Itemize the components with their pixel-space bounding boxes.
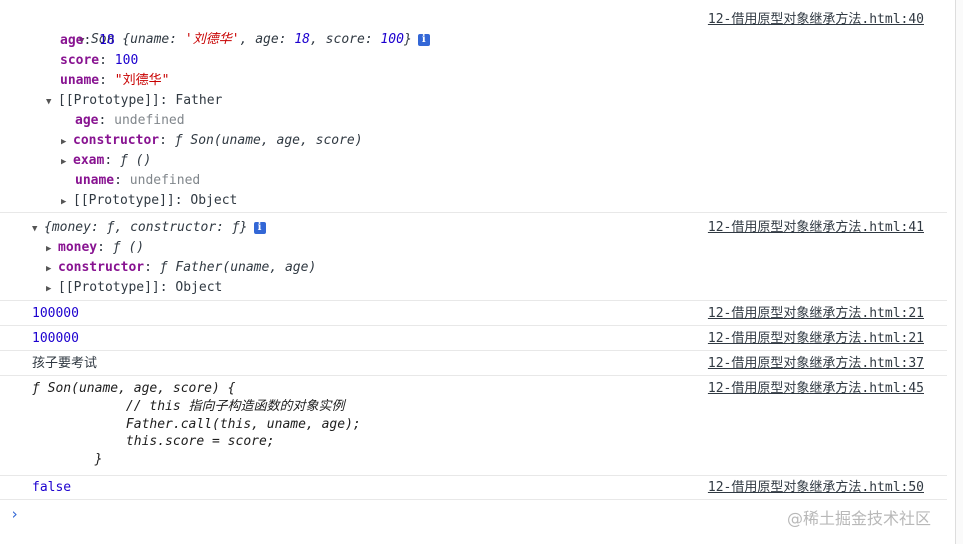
console-message-son-object: Son {uname: '刘德华', age: 18, score: 100}i… bbox=[0, 0, 947, 213]
property-key: uname bbox=[75, 173, 115, 188]
log-boolean: false bbox=[32, 480, 72, 495]
property-value: ƒ Father(uname, age) bbox=[159, 260, 317, 275]
property-value: ƒ Son(uname, age, score) bbox=[174, 133, 363, 148]
collapse-triangle-icon[interactable] bbox=[46, 239, 58, 259]
summary-text: {money: ƒ, constructor: ƒ} bbox=[44, 220, 248, 235]
source-link[interactable]: 12-借用原型对象继承方法.html:41 bbox=[708, 218, 924, 238]
property-value: Object bbox=[190, 193, 238, 208]
source-link[interactable]: 12-借用原型对象继承方法.html:45 bbox=[708, 379, 924, 399]
console-message-log: false 12-借用原型对象继承方法.html:50 bbox=[0, 476, 947, 500]
property-value: "刘德华" bbox=[114, 73, 170, 88]
property-row: score: 100 bbox=[60, 53, 139, 68]
summary-value: '刘德华' bbox=[184, 32, 240, 47]
scrollbar[interactable] bbox=[955, 0, 963, 544]
property-key: exam bbox=[73, 153, 105, 168]
source-link[interactable]: 12-借用原型对象继承方法.html:40 bbox=[708, 10, 924, 30]
property-key: uname bbox=[60, 73, 100, 88]
function-code-line: } bbox=[32, 452, 103, 467]
property-key: constructor bbox=[73, 133, 160, 148]
prototype-row[interactable]: [[Prototype]]: Object bbox=[61, 191, 237, 211]
source-link[interactable]: 12-借用原型对象继承方法.html:50 bbox=[708, 478, 924, 498]
property-row: age: undefined bbox=[75, 113, 185, 128]
son-object-summary[interactable]: Son {uname: '刘德华', age: 18, score: 100}i bbox=[32, 10, 430, 47]
property-row: uname: "刘德华" bbox=[60, 73, 170, 88]
summary-open: { bbox=[114, 32, 131, 47]
property-value: 18 bbox=[99, 33, 115, 48]
source-link[interactable]: 12-借用原型对象继承方法.html:21 bbox=[708, 304, 924, 324]
console-message-function: ƒ Son(uname, age, score) { // this 指向子构造… bbox=[0, 376, 947, 476]
summary-key: age bbox=[255, 32, 279, 47]
property-key: [[Prototype]] bbox=[73, 193, 175, 208]
source-link[interactable]: 12-借用原型对象继承方法.html:21 bbox=[708, 329, 924, 349]
collapse-triangle-icon[interactable] bbox=[61, 152, 73, 172]
collapse-triangle-icon[interactable] bbox=[61, 132, 73, 152]
log-text: 孩子要考试 bbox=[32, 356, 98, 371]
info-icon[interactable]: i bbox=[253, 221, 266, 234]
property-key: constructor bbox=[58, 260, 145, 275]
property-value: undefined bbox=[129, 173, 201, 188]
property-row: uname: undefined bbox=[75, 173, 201, 188]
property-value: undefined bbox=[114, 113, 185, 128]
property-key: money bbox=[58, 240, 98, 255]
summary-close: } bbox=[403, 32, 412, 47]
summary-key: uname bbox=[130, 32, 170, 47]
collapse-triangle-icon[interactable] bbox=[61, 192, 73, 212]
property-key: [[Prototype]] bbox=[58, 93, 160, 108]
property-value: ƒ () bbox=[112, 240, 145, 255]
info-icon[interactable]: i bbox=[417, 33, 430, 46]
log-number: 100000 bbox=[32, 306, 79, 321]
log-number: 100000 bbox=[32, 331, 79, 346]
property-key: score bbox=[60, 53, 100, 68]
property-key: age bbox=[75, 113, 99, 128]
property-row[interactable]: exam: ƒ () bbox=[61, 151, 151, 171]
property-value: ƒ () bbox=[119, 153, 152, 168]
source-link[interactable]: 12-借用原型对象继承方法.html:37 bbox=[708, 354, 924, 374]
console-message-log: 100000 12-借用原型对象继承方法.html:21 bbox=[0, 326, 947, 351]
father-prototype-summary[interactable]: {money: ƒ, constructor: ƒ} i bbox=[32, 218, 266, 238]
summary-value: 100 bbox=[380, 32, 404, 47]
property-value: 100 bbox=[114, 53, 139, 68]
function-code-line: this.score = score; bbox=[32, 434, 275, 449]
collapse-triangle-icon[interactable] bbox=[46, 259, 58, 279]
property-value: Object bbox=[175, 280, 223, 295]
console-prompt-icon[interactable]: › bbox=[10, 505, 19, 523]
console-message-log: 100000 12-借用原型对象继承方法.html:21 bbox=[0, 301, 947, 326]
property-key: [[Prototype]] bbox=[58, 280, 160, 295]
expand-triangle-icon[interactable] bbox=[46, 92, 58, 112]
property-row[interactable]: money: ƒ () bbox=[46, 238, 144, 258]
property-row[interactable]: constructor: ƒ Son(uname, age, score) bbox=[61, 131, 363, 151]
function-code-line: ƒ Son(uname, age, score) { bbox=[32, 381, 236, 396]
prototype-row[interactable]: [[Prototype]]: Object bbox=[46, 278, 222, 298]
property-key: age bbox=[60, 33, 84, 48]
property-value: Father bbox=[175, 93, 223, 108]
property-row[interactable]: constructor: ƒ Father(uname, age) bbox=[46, 258, 316, 278]
console-message-log: 孩子要考试 12-借用原型对象继承方法.html:37 bbox=[0, 351, 947, 376]
property-row: age: 18 bbox=[60, 33, 115, 48]
prototype-row[interactable]: [[Prototype]]: Father bbox=[46, 91, 222, 111]
function-code-line: // this 指向子构造函数的对象实例 bbox=[32, 399, 345, 414]
summary-key: score bbox=[325, 32, 365, 47]
console-message-father-prototype: {money: ƒ, constructor: ƒ} i 12-借用原型对象继承方… bbox=[0, 213, 947, 301]
console-panel: Son {uname: '刘德华', age: 18, score: 100}i… bbox=[0, 0, 947, 544]
summary-value: 18 bbox=[294, 32, 311, 47]
watermark: @稀土掘金技术社区 bbox=[786, 509, 931, 528]
expand-triangle-icon[interactable] bbox=[32, 219, 44, 239]
collapse-triangle-icon[interactable] bbox=[46, 279, 58, 299]
